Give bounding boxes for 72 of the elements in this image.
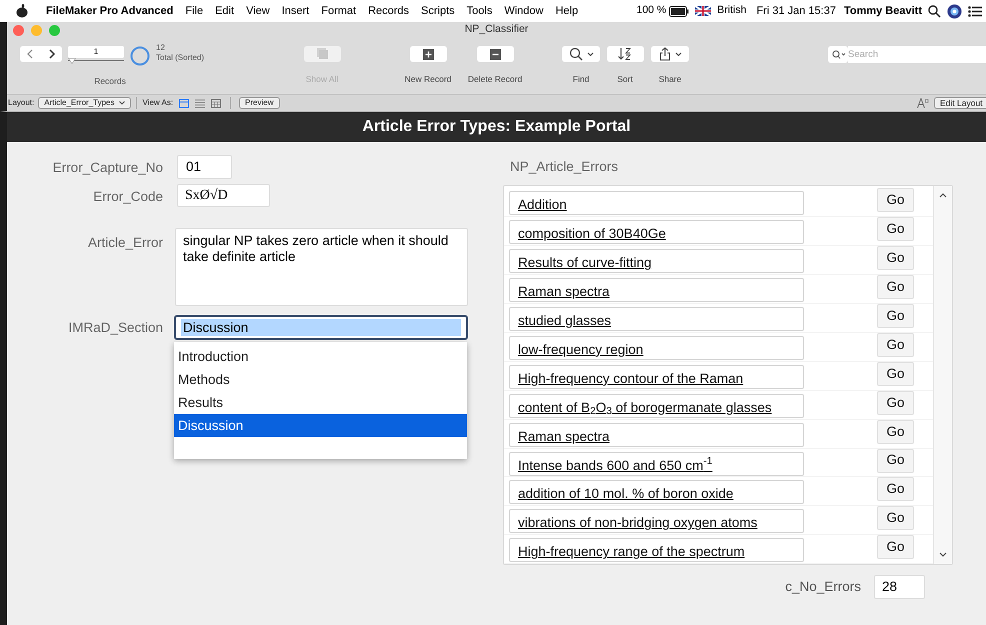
go-button[interactable]: Go [877, 275, 914, 300]
link-field[interactable]: studied glasses [509, 306, 804, 331]
go-button[interactable]: Go [877, 477, 914, 502]
dropdown-option[interactable]: Results [174, 391, 467, 414]
menu-item[interactable]: View [246, 2, 270, 20]
input-source[interactable]: British [717, 3, 746, 19]
menu-item[interactable]: Tools [466, 2, 492, 20]
go-button[interactable]: Go [877, 217, 914, 242]
dropdown-option[interactable]: Methods [174, 368, 467, 392]
menu-clock[interactable]: Fri 31 Jan 15:37 [756, 2, 836, 20]
field-label: IMRaD_Section [67, 319, 163, 338]
go-button[interactable]: Go [877, 448, 914, 473]
link-field[interactable]: Raman spectra [509, 278, 804, 302]
link-field[interactable]: High-frequency range of the spectrum [509, 538, 804, 562]
link-field[interactable]: High-frequency contour of the Raman [509, 364, 804, 389]
menu-item[interactable]: Scripts [421, 2, 455, 20]
link-field[interactable]: vibrations of non-bridging oxygen atoms [509, 509, 804, 534]
edit-layout-button[interactable]: Edit Layout [934, 97, 986, 109]
go-button[interactable]: Go [877, 332, 914, 357]
menu-item[interactable]: File [185, 2, 204, 20]
menu-item[interactable]: Records [368, 2, 410, 20]
go-button[interactable]: Go [877, 188, 914, 212]
menu-item[interactable]: Edit [215, 2, 234, 20]
toolbar-label: Delete Record [468, 73, 522, 86]
dropdown-option[interactable]: Discussion [174, 414, 467, 438]
link-field[interactable]: Results of curve-fitting [509, 249, 804, 274]
menu-item[interactable]: Window [504, 2, 544, 20]
link-field[interactable]: Intense bands 600 and 650 cm$^{-1}$ [509, 452, 804, 476]
dropdown-field[interactable]: Discussion [181, 319, 461, 336]
window-title: NP_Classifier [464, 22, 528, 38]
search-field[interactable]: Search [848, 46, 986, 63]
go-button[interactable]: Go [877, 362, 914, 386]
link-field[interactable]: content of B$_{2}$O$_{3}$ of borogermanate glasses [509, 394, 804, 418]
portal-title: NP_Article_Errors [510, 158, 620, 176]
layout-label: Layout: [8, 97, 34, 109]
go-button[interactable]: Go [877, 506, 914, 530]
found-count: 12 [156, 43, 166, 53]
text-area[interactable]: singular NP takes zero article when it should take definite article [175, 228, 468, 306]
link-field[interactable]: addition of 10 mol. % of boron oxide [509, 480, 804, 504]
field-label: Article_Error [86, 234, 163, 252]
view-as-label: View As: [142, 97, 174, 109]
input-field[interactable]: 28 [874, 575, 925, 600]
go-button[interactable]: Go [877, 535, 914, 560]
found-status: Total (Sorted) [156, 53, 204, 63]
records-label: Records [93, 75, 127, 88]
menu-item[interactable]: Help [555, 2, 578, 20]
input-field[interactable]: SxØ√D [177, 184, 270, 207]
layout-header-title: Article Error Types: Example Portal [362, 117, 631, 137]
layout-dropdown[interactable]: Article_Error_Types [38, 97, 130, 109]
battery-status[interactable]: 100 % [636, 3, 690, 19]
field-label: Error_Code [92, 188, 163, 206]
link-field[interactable]: composition of 30B40Ge [509, 220, 804, 244]
field-label: Error_Capture_No [52, 159, 163, 177]
menu-item[interactable]: Format [321, 2, 356, 20]
toolbar-label: New Record [404, 73, 452, 86]
go-button[interactable]: Go [877, 390, 914, 415]
toolbar-label: Sort [617, 73, 633, 86]
user-name[interactable]: Tommy Beavitt [844, 2, 922, 20]
go-button[interactable]: Go [877, 246, 914, 270]
dropdown-option[interactable]: Introduction [174, 345, 467, 368]
go-button[interactable]: Go [877, 304, 914, 328]
go-button[interactable]: Go [877, 420, 914, 444]
input-field[interactable]: 01 [177, 155, 232, 179]
toolbar-label: Find [572, 73, 590, 86]
link-field[interactable]: Raman spectra [509, 422, 804, 447]
preview-button[interactable]: Preview [239, 97, 280, 109]
link-field[interactable]: low-frequency region [509, 336, 804, 360]
toolbar-label: Share [658, 73, 682, 86]
link-field[interactable]: Addition [509, 191, 804, 216]
menu-item[interactable]: Insert [282, 2, 310, 20]
field-label: c_No_Errors [785, 578, 861, 596]
app-menu[interactable]: FileMaker Pro Advanced [46, 2, 174, 20]
